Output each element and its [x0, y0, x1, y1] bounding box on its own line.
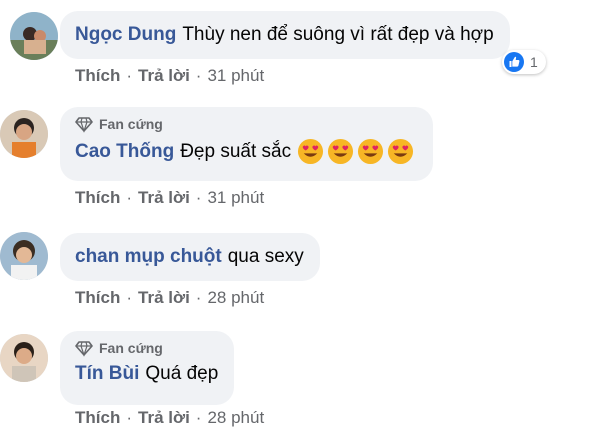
- comment-time[interactable]: 28 phút: [207, 288, 264, 307]
- comment-author[interactable]: Ngọc Dung: [75, 23, 176, 47]
- reply-link[interactable]: Trả lời: [138, 66, 190, 85]
- like-link[interactable]: Thích: [75, 408, 120, 427]
- comment-time[interactable]: 28 phút: [207, 408, 264, 427]
- separator: ·: [126, 408, 133, 427]
- avatar[interactable]: [10, 12, 58, 60]
- fan-badge: Fan cứng: [75, 339, 218, 357]
- comment-actions: Thích · Trả lời · 28 phút: [75, 408, 264, 428]
- comment-author[interactable]: Tín Bùi: [75, 362, 139, 386]
- reply-link[interactable]: Trả lời: [138, 188, 190, 207]
- heart-eyes-emoji: [388, 138, 414, 165]
- avatar[interactable]: [0, 334, 48, 382]
- reaction-count: 1: [530, 54, 538, 70]
- like-link[interactable]: Thích: [75, 288, 120, 307]
- comment-text: Thùy nen để suông vì rất đẹp và hợp: [182, 24, 494, 45]
- reply-link[interactable]: Trả lời: [138, 288, 190, 307]
- like-link[interactable]: Thích: [75, 188, 120, 207]
- comment-bubble: Ngọc Dung Thùy nen để suông vì rất đẹp v…: [60, 11, 510, 59]
- reply-link[interactable]: Trả lời: [138, 408, 190, 427]
- comment-time[interactable]: 31 phút: [207, 188, 264, 207]
- comment-text: Quá đẹp: [145, 363, 219, 384]
- heart-eyes-emoji: [358, 138, 384, 165]
- reaction-summary[interactable]: 1: [502, 50, 546, 74]
- separator: ·: [126, 288, 133, 307]
- fan-badge: Fan cứng: [75, 115, 417, 133]
- comment-author[interactable]: chan mụp chuột: [75, 245, 222, 269]
- comment-actions: Thích · Trả lời · 31 phút: [75, 66, 264, 86]
- badge-label: Fan cứng: [99, 116, 163, 132]
- heart-eyes-emoji: [328, 138, 354, 165]
- comment-bubble: Fan cứng Cao Thống Đẹp suất sắc: [60, 107, 434, 181]
- badge-label: Fan cứng: [99, 340, 163, 356]
- comment-author[interactable]: Cao Thống: [75, 140, 174, 164]
- separator: ·: [195, 288, 202, 307]
- separator: ·: [126, 66, 133, 85]
- like-link[interactable]: Thích: [75, 66, 120, 85]
- avatar[interactable]: [0, 110, 48, 158]
- separator: ·: [126, 188, 133, 207]
- diamond-icon: [75, 117, 93, 133]
- separator: ·: [195, 408, 202, 427]
- separator: ·: [195, 188, 202, 207]
- comment-text: qua sexy: [227, 246, 304, 267]
- comment-bubble: Fan cứng Tín Bùi Quá đẹp: [60, 331, 235, 405]
- comment-time[interactable]: 31 phút: [207, 66, 264, 85]
- heart-eyes-emoji: [298, 138, 324, 165]
- comment-actions: Thích · Trả lời · 31 phút: [75, 188, 264, 208]
- comment-actions: Thích · Trả lời · 28 phút: [75, 288, 264, 308]
- avatar[interactable]: [0, 232, 48, 280]
- emoji-group: [297, 138, 417, 165]
- comment-bubble: chan mụp chuột qua sexy: [60, 233, 320, 281]
- like-icon: [504, 52, 524, 72]
- comment-text: Đẹp suất sắc: [180, 140, 292, 162]
- separator: ·: [195, 66, 202, 85]
- diamond-icon: [75, 341, 93, 357]
